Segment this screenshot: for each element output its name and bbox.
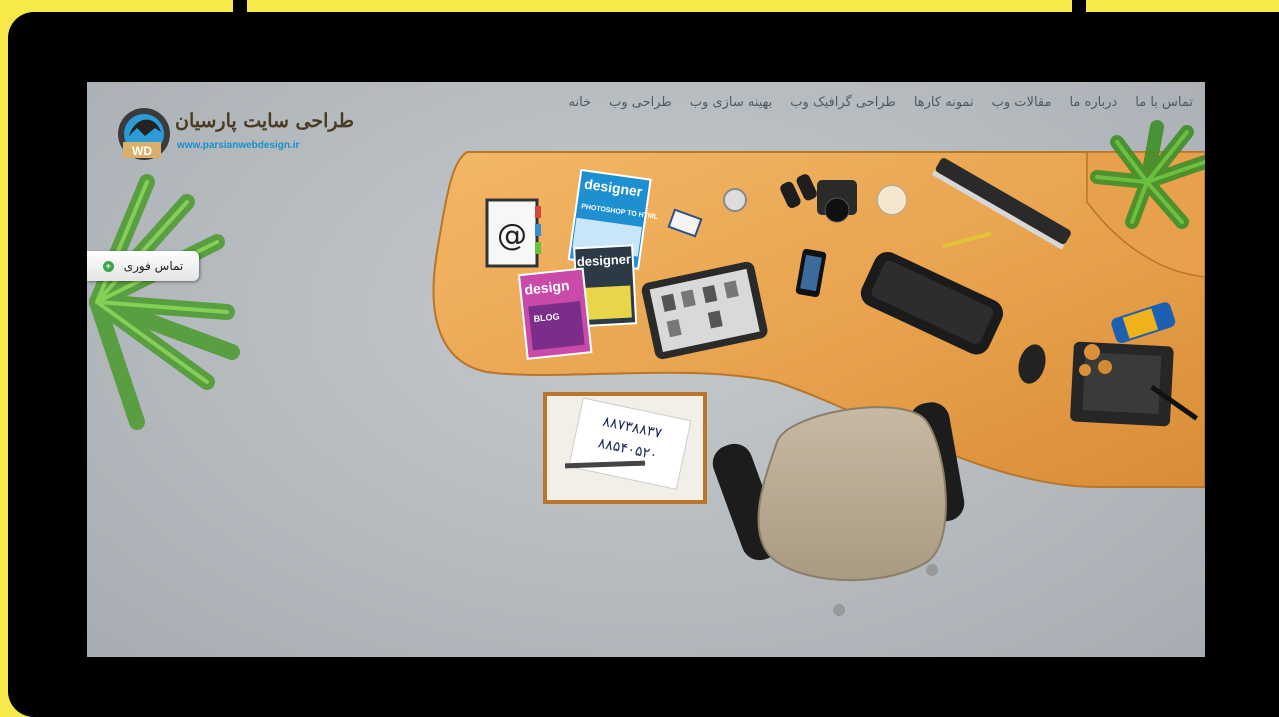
nav-item-about[interactable]: درباره ما [1069, 95, 1117, 110]
nav-item-contact[interactable]: تماس با ما [1135, 95, 1193, 110]
logo-title: طراحی سایت پارسیان [175, 110, 354, 132]
nav-item-portfolio[interactable]: نمونه کارها [914, 95, 974, 110]
nav-item-seo[interactable]: بهینه سازی وب [690, 95, 773, 110]
desk-drawer [543, 392, 707, 504]
office-chair [712, 402, 965, 616]
potted-plant-left [89, 174, 240, 430]
nav-item-articles[interactable]: مقالات وب [992, 95, 1052, 110]
logo-monogram: WD [132, 144, 152, 158]
coffee-cup [723, 188, 747, 212]
main-nav: خانه طراحی وب بهینه سازی وب طراحی گرافیک… [569, 95, 1193, 110]
quick-contact-label: تماس فوری [123, 259, 184, 273]
logo-url: www.parsianwebdesign.ir [177, 140, 300, 151]
website-viewport: خانه طراحی وب بهینه سازی وب طراحی گرافیک… [87, 82, 1205, 657]
nav-item-web-design[interactable]: طراحی وب [609, 95, 672, 110]
quick-contact-button[interactable]: تماس فوری [87, 251, 199, 281]
viewport-bottom-edge [87, 657, 1205, 660]
logo-emblem-icon: WD [118, 108, 170, 160]
plus-icon [102, 260, 114, 272]
nav-item-graphic-design[interactable]: طراحی گرافیک وب [790, 95, 896, 110]
site-logo[interactable]: WD طراحی سایت پارسیان www.parsianwebdesi… [115, 104, 354, 164]
snack-bowl [876, 184, 908, 216]
nav-item-home[interactable]: خانه [569, 95, 592, 110]
desk-scene-illustration [432, 120, 1205, 616]
notebook [485, 198, 541, 268]
magazine-design-blog [517, 267, 593, 360]
